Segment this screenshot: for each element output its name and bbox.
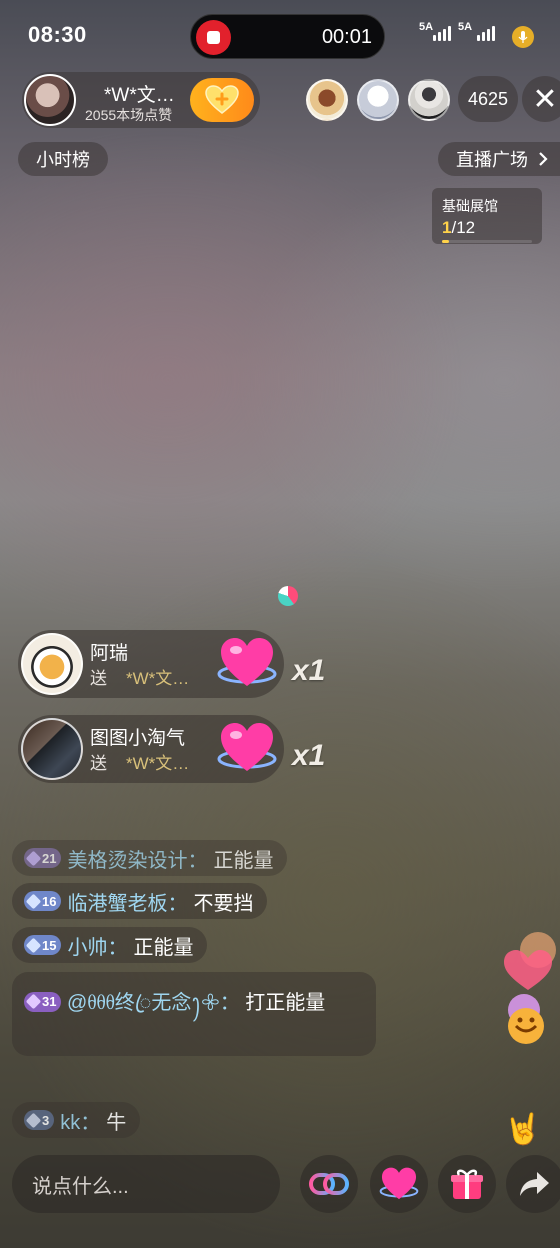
host-info[interactable]: *W*文… 2055本场点赞: [22, 72, 260, 128]
gift-button[interactable]: [438, 1155, 496, 1213]
exhibit-progress-text: 1/12: [442, 218, 476, 237]
heart-gift-button[interactable]: [370, 1155, 428, 1213]
hourly-rank-button[interactable]: 小时榜: [18, 142, 108, 176]
viewer-avatar[interactable]: [306, 79, 348, 121]
chat-message[interactable]: 31 @ᦲᦲᦲ终ꦿ无念ꫂ𖧷： 打正能量: [12, 972, 376, 1056]
heart-gift-icon: [216, 719, 278, 777]
exhibit-title: 基础展馆: [442, 198, 498, 214]
network-type-2: 5A: [458, 21, 473, 33]
host-name: *W*文…: [104, 85, 175, 106]
chat-message[interactable]: 16 临港蟹老板： 不要挡: [12, 883, 268, 919]
viewer-avatar[interactable]: [357, 79, 399, 121]
user-level-badge: 21: [24, 848, 62, 868]
gift-count: x1: [292, 739, 326, 772]
signal-icon: [477, 26, 495, 41]
gift-send-label: 送: [90, 754, 107, 773]
share-arrow-icon: [520, 1172, 549, 1196]
status-time: 08:30: [28, 22, 87, 47]
follow-button[interactable]: [190, 78, 254, 122]
rock-hand-icon: 🤘: [504, 1113, 542, 1146]
chat-text: 打正能量: [245, 992, 326, 1014]
network-type-1: 5A: [419, 21, 434, 33]
host-avatar[interactable]: [24, 74, 76, 126]
microphone-icon: [512, 26, 534, 48]
chat-username[interactable]: 美格烫染设计：: [67, 844, 207, 873]
chevron-right-icon: [539, 152, 548, 166]
live-plaza-label: 直播广场: [456, 150, 528, 170]
record-timer: 00:01: [321, 26, 372, 48]
live-plaza-button[interactable]: 直播广场: [438, 142, 560, 176]
exhibit-progress-bar: [442, 240, 532, 243]
chat-message[interactable]: 3 kk： 牛: [12, 1102, 141, 1138]
gift-recipient: *W*文…: [126, 754, 190, 773]
screen-record-indicator[interactable]: 00:01: [190, 14, 385, 59]
sender-avatar[interactable]: [21, 633, 83, 695]
chat-message[interactable]: 21 美格烫染设计： 正能量: [12, 840, 288, 876]
heart-plus-icon: [205, 85, 239, 114]
chat-text: 不要挡: [193, 892, 254, 915]
chat-username[interactable]: kk：: [60, 1106, 100, 1135]
user-level-badge: 16: [24, 891, 62, 911]
gift-send-label: 送: [90, 669, 107, 688]
signal-icon: [433, 26, 451, 41]
floating-likes-animation: [498, 930, 560, 1050]
chat-username[interactable]: 临港蟹老板：: [67, 887, 187, 916]
chat-message[interactable]: 15 小帅： 正能量: [12, 927, 208, 963]
comment-input[interactable]: 说点什么...: [12, 1155, 280, 1213]
gift-box-icon: [451, 1169, 483, 1199]
stop-record-button[interactable]: [196, 20, 231, 55]
gift-sender-name: 图图小淘气: [90, 728, 186, 749]
viewer-count[interactable]: 4625: [458, 76, 518, 122]
user-level-badge: 31: [24, 991, 62, 1012]
exhibit-hall-widget[interactable]: 基础展馆 1/12: [432, 188, 542, 244]
host-likes: 2055本场点赞: [85, 107, 173, 123]
gift-count: x1: [292, 654, 326, 687]
chat-username[interactable]: @ᦲᦲᦲ终ꦿ无念ꫂ𖧷：: [67, 992, 240, 1014]
gift-recipient: *W*文…: [126, 669, 190, 688]
share-button[interactable]: [506, 1155, 560, 1213]
chat-text: 正能量: [213, 849, 274, 872]
chat-username[interactable]: 小帅：: [67, 931, 127, 960]
sender-avatar[interactable]: [21, 718, 83, 780]
viewer-avatar[interactable]: [408, 79, 450, 121]
user-level-badge: 3: [24, 1110, 55, 1130]
floating-orb-icon: [278, 586, 298, 606]
chat-text: 牛: [106, 1111, 127, 1134]
heart-icon: [379, 1167, 419, 1200]
chat-text: 正能量: [133, 936, 194, 959]
close-icon: ✕: [532, 82, 558, 116]
user-level-badge: 15: [24, 935, 62, 955]
gift-sender-name: 阿瑞: [90, 643, 129, 664]
link-icon: [309, 1173, 349, 1195]
link-button[interactable]: [300, 1155, 358, 1213]
heart-gift-icon: [216, 634, 278, 692]
close-button[interactable]: ✕: [522, 76, 560, 122]
